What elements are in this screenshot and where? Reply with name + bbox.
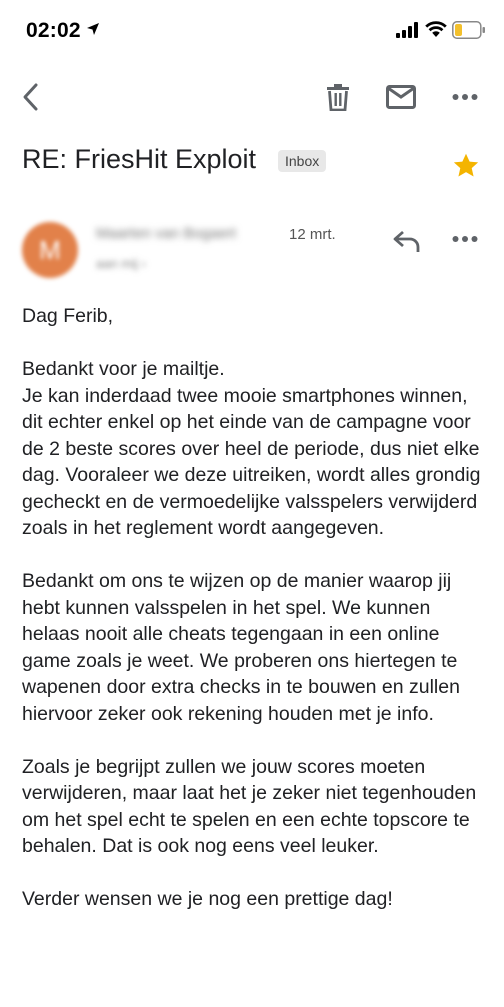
more-options-button[interactable] [448, 80, 482, 114]
chevron-left-icon [23, 83, 38, 111]
star-icon[interactable] [452, 152, 480, 180]
trash-icon [327, 84, 349, 111]
status-time: 02:02 [26, 19, 81, 42]
avatar[interactable]: M [22, 222, 78, 278]
sender-row: M Maarten van Bogaert aan mij › 12 mrt. [22, 218, 492, 288]
more-horizontal-icon [452, 94, 478, 100]
body-paragraph: Verder wensen we je nog een prettige dag… [22, 888, 393, 910]
status-bar: 02:02 [0, 0, 504, 62]
body-paragraph: Zoals je begrijpt zullen we jouw scores … [22, 755, 477, 858]
body-paragraph: Dag Ferib, [22, 305, 114, 327]
email-date: 12 mrt. [289, 226, 336, 243]
email-subject: RE: FriesHit Exploit [22, 144, 257, 174]
subject-row: RE: FriesHit Exploit Inbox [22, 140, 492, 184]
cellular-signal-icon [396, 22, 418, 38]
more-horizontal-icon[interactable] [452, 232, 478, 246]
delete-button[interactable] [321, 80, 355, 114]
battery-icon [452, 21, 485, 39]
location-arrow-icon [87, 23, 99, 35]
wifi-icon [425, 21, 447, 37]
body-paragraph: Bedankt om ons te wijzen op de manier wa… [22, 570, 460, 725]
body-paragraph: Bedankt voor je mailtje. Je kan inderdaa… [22, 358, 481, 539]
recipient-details[interactable]: aan mij › [96, 256, 146, 271]
mail-icon [386, 85, 416, 109]
label-badge[interactable]: Inbox [278, 150, 327, 172]
sender-name[interactable]: Maarten van Bogaert [96, 225, 236, 242]
email-body: Dag Ferib, Bedankt voor je mailtje. Je k… [22, 303, 492, 939]
avatar-letter: M [39, 234, 61, 265]
mark-unread-button[interactable] [384, 80, 418, 114]
reply-icon[interactable] [392, 228, 422, 254]
toolbar [0, 72, 504, 122]
back-button[interactable] [14, 80, 48, 114]
